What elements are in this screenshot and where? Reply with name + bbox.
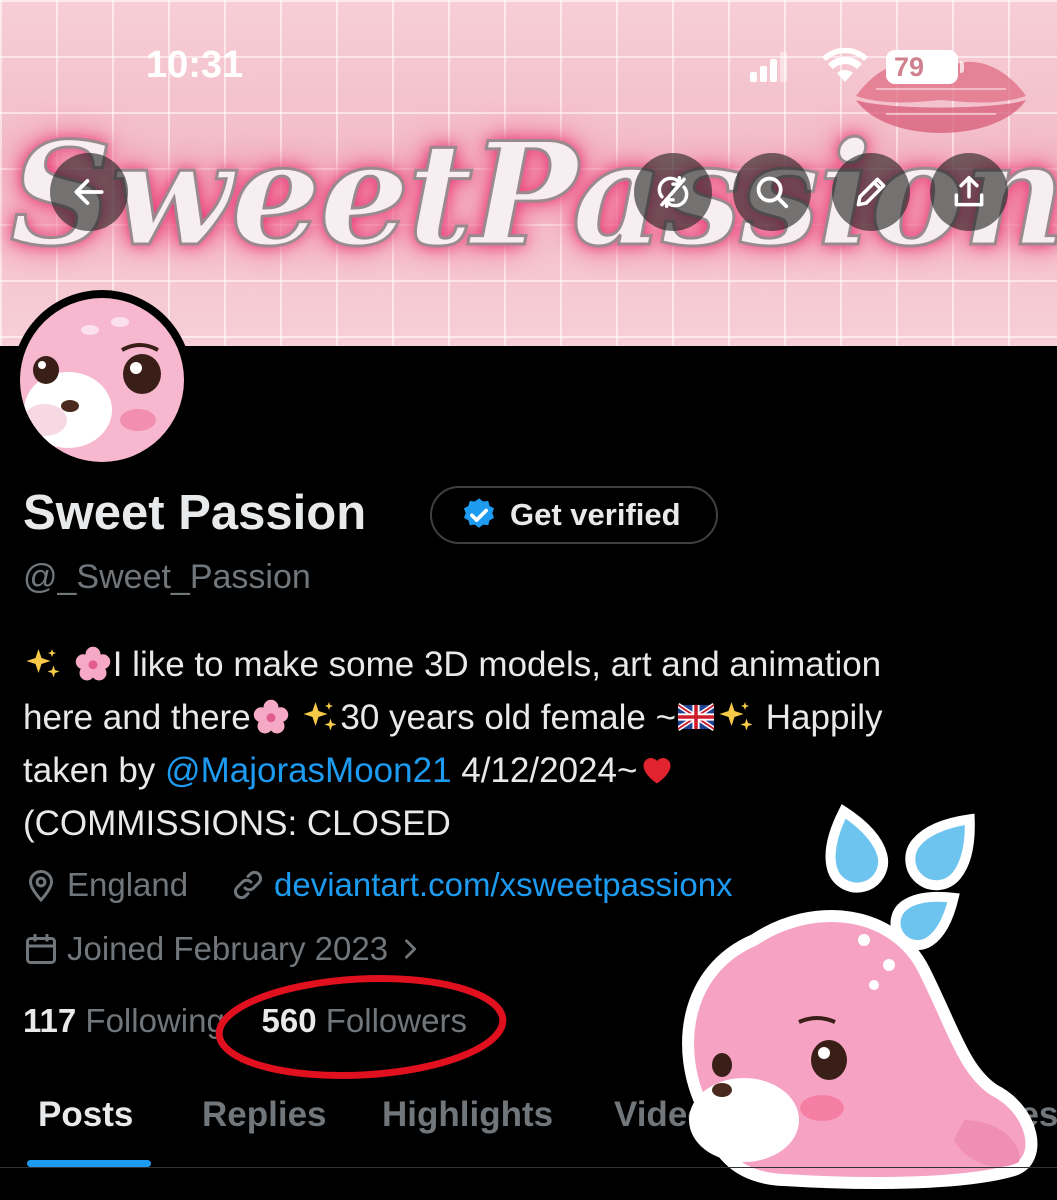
share-icon [954, 176, 984, 207]
search-icon [756, 176, 789, 209]
tab-highlights[interactable]: Highlights [382, 1095, 553, 1135]
red-heart-icon [643, 758, 671, 784]
uk-flag-icon [678, 703, 715, 731]
bio-line-2c: Happily [765, 698, 883, 737]
edit-button[interactable] [832, 153, 910, 231]
sparkles-icon [26, 649, 60, 678]
chevron-right-icon [405, 939, 417, 959]
no-sync-icon [657, 176, 689, 208]
active-tab-indicator [27, 1160, 151, 1167]
joined-item[interactable]: Joined February 2023 [23, 930, 424, 968]
profile-handle: @_Sweet_Passion [23, 558, 311, 596]
red-circle-annotation [215, 974, 507, 1080]
sparkles-icon [719, 702, 753, 731]
profile-name: Sweet Passion [23, 486, 367, 540]
profile-avatar[interactable] [12, 290, 192, 470]
tab-replies[interactable]: Replies [202, 1095, 327, 1135]
search-button[interactable] [733, 153, 811, 231]
bio-line-3a: taken by [23, 751, 166, 790]
wifi-icon [822, 48, 868, 82]
get-verified-label: Get verified [510, 497, 681, 532]
get-verified-button[interactable]: Get verified [430, 486, 718, 544]
seal-sticker [682, 804, 1038, 1189]
location-pin-icon [28, 870, 54, 903]
calendar-icon [26, 934, 56, 964]
link-icon [234, 871, 262, 899]
status-time: 10:31 [146, 44, 244, 86]
arrow-left-icon [74, 179, 104, 205]
following-link[interactable]: 117 Following [23, 1002, 225, 1039]
pencil-icon [856, 177, 886, 207]
battery-indicator: 79 [886, 50, 964, 84]
location-item: England [23, 866, 188, 904]
bio-line-4: (COMMISSIONS: CLOSED [23, 804, 451, 843]
sparkles-icon [303, 702, 337, 731]
cellular-signal-icon [750, 52, 787, 82]
share-button[interactable] [930, 153, 1008, 231]
tab-posts[interactable]: Posts [38, 1095, 133, 1135]
joined-text: Joined February 2023 [67, 930, 389, 967]
location-text: England [67, 866, 189, 903]
cherry-blossom-icon [253, 699, 288, 734]
following-count: 117 [23, 1002, 77, 1039]
sync-button[interactable] [634, 153, 712, 231]
tabs-divider [0, 1167, 1057, 1168]
following-label: Following [85, 1002, 225, 1039]
verified-badge-icon [463, 498, 495, 528]
bio-line-1: I like to make some 3D models, art and a… [112, 645, 882, 684]
avatar-image [20, 298, 184, 462]
website-item[interactable]: deviantart.com/xsweetpassionx [230, 866, 733, 904]
bio-line-2b: 30 years old female ~ [340, 698, 677, 737]
mention-link[interactable]: @MajorasMoon21 [165, 751, 452, 790]
bio-line-3b: 4/12/2024~ [451, 751, 638, 790]
back-button[interactable] [50, 153, 128, 231]
cherry-blossom-icon [75, 646, 110, 681]
bio-line-2a: here and there [23, 698, 251, 737]
